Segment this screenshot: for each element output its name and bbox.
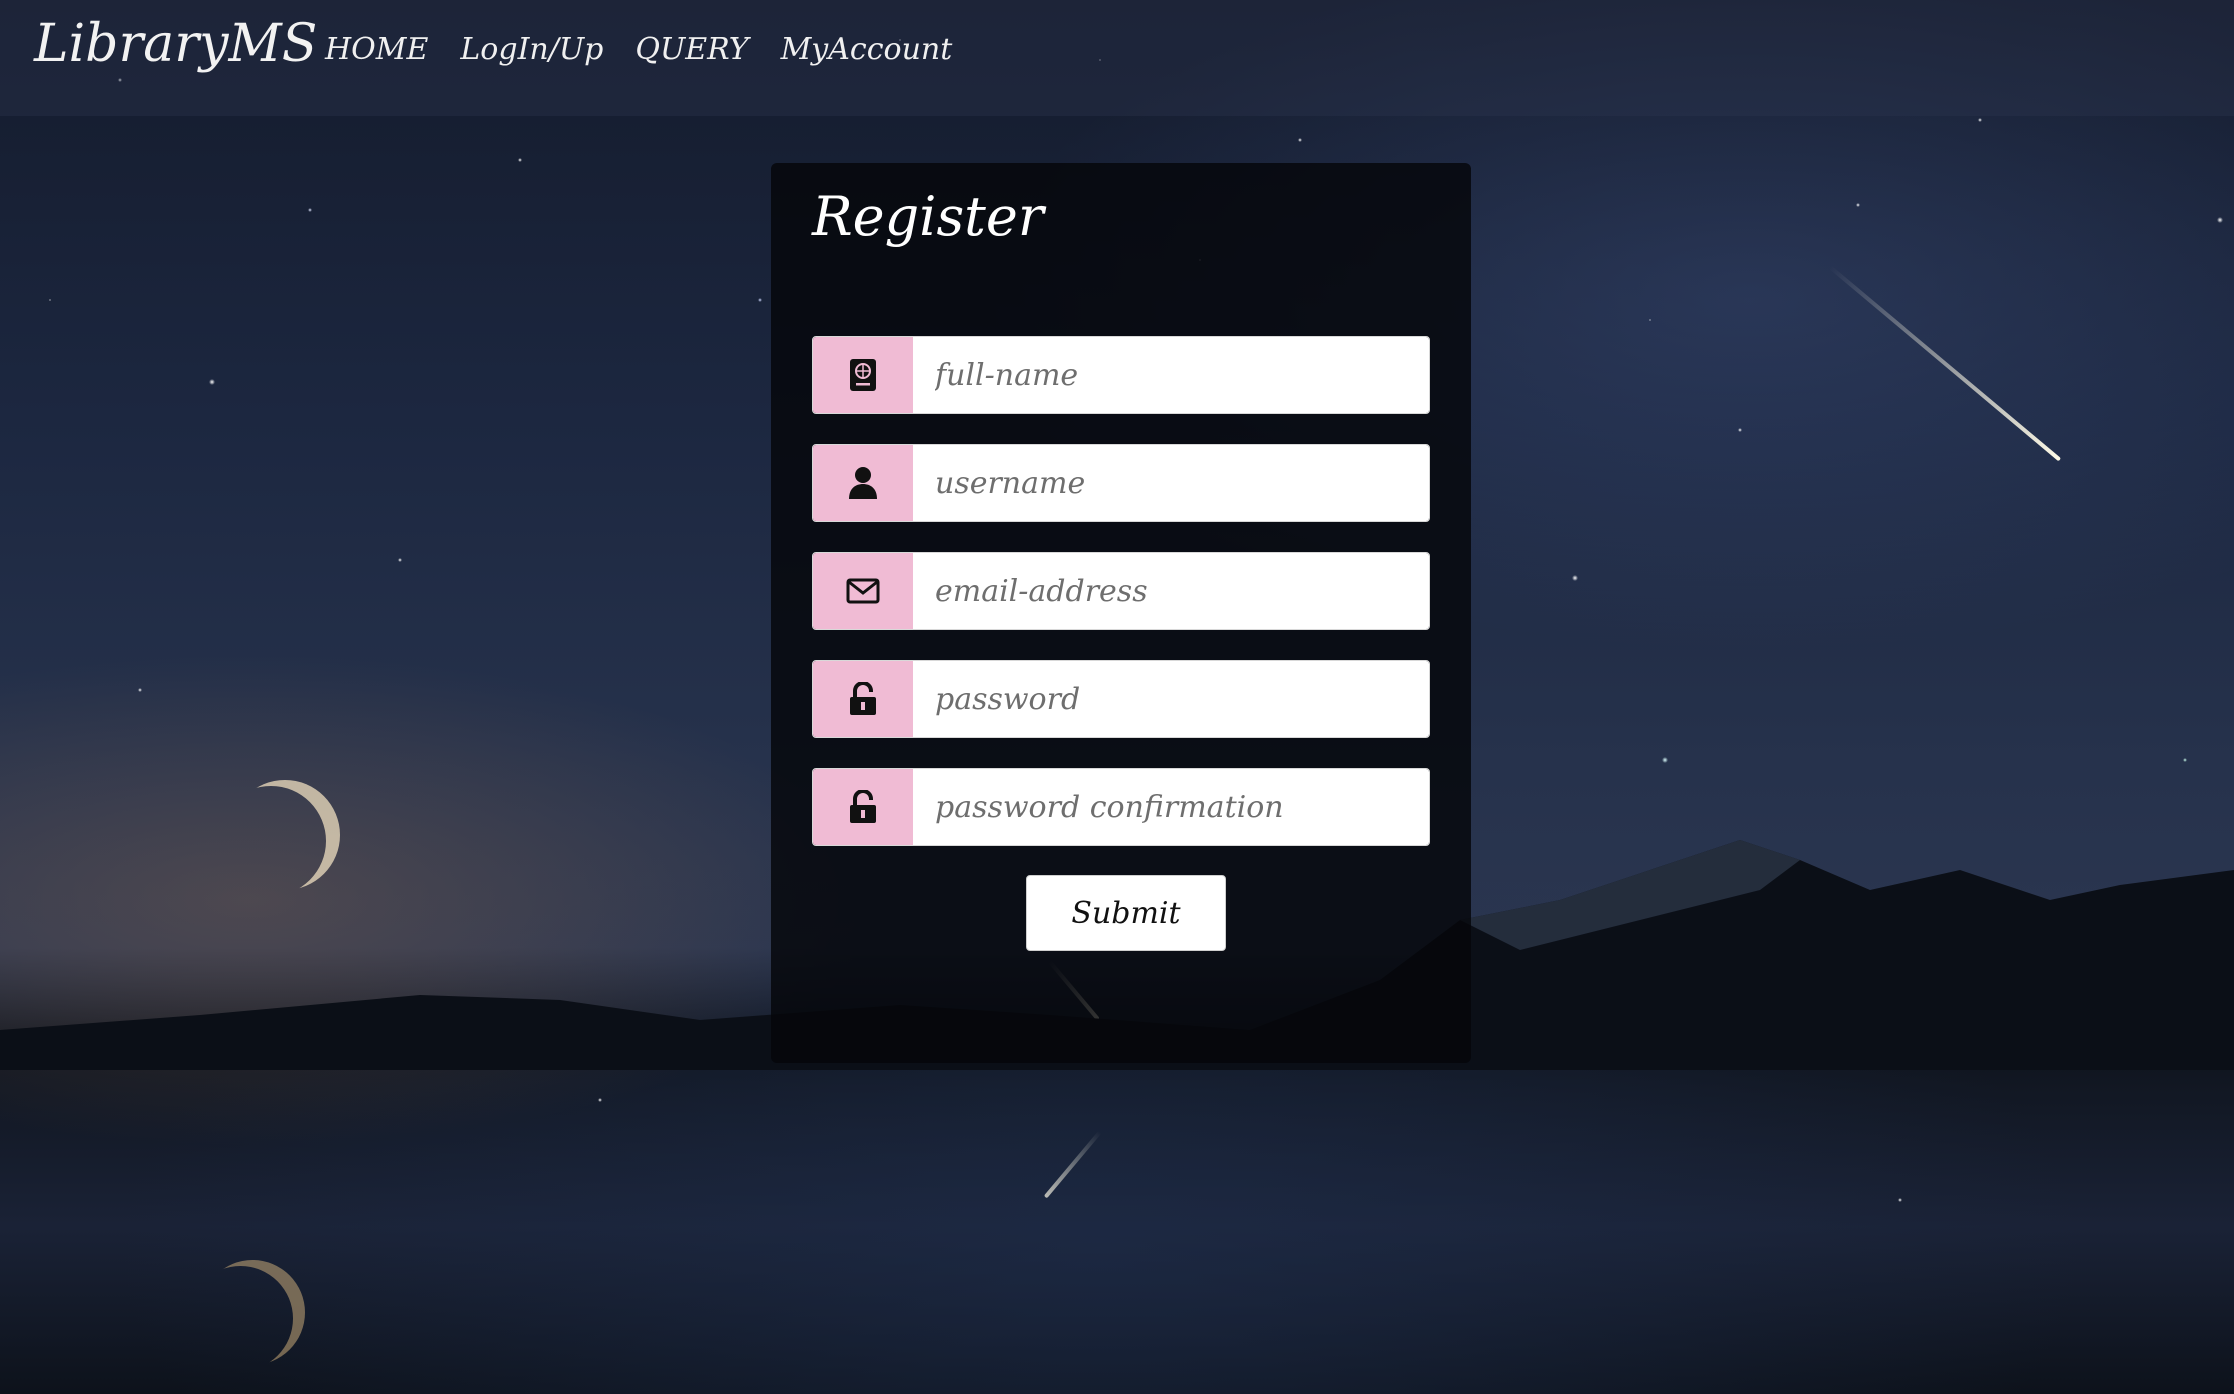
username-field — [812, 444, 1430, 522]
register-card: Register full-name username email-addres… — [771, 163, 1471, 1063]
full-name-field — [812, 336, 1430, 414]
register-title: Register — [812, 185, 1044, 248]
nav-home[interactable]: HOME — [325, 32, 428, 67]
nav-login-signup[interactable]: LogIn/Up — [460, 32, 603, 67]
moon-reflection — [200, 1260, 305, 1365]
password-input[interactable] — [913, 661, 1429, 737]
email-input[interactable] — [913, 553, 1429, 629]
username-input[interactable] — [913, 445, 1429, 521]
full-name-input[interactable] — [913, 337, 1429, 413]
nav-links: HOME LogIn/Up QUERY MyAccount — [325, 32, 952, 67]
brand-logo[interactable]: LibraryMS — [34, 14, 317, 74]
password-field — [812, 660, 1430, 738]
password-confirmation-input[interactable] — [913, 769, 1429, 845]
nav-my-account[interactable]: MyAccount — [781, 32, 953, 67]
unlock-icon — [813, 661, 913, 737]
submit-button[interactable]: Submit — [1026, 875, 1226, 951]
top-navbar: LibraryMS HOME LogIn/Up QUERY MyAccount — [0, 0, 2234, 116]
user-icon — [813, 445, 913, 521]
password-confirmation-field — [812, 768, 1430, 846]
email-field — [812, 552, 1430, 630]
unlock-icon — [813, 769, 913, 845]
nav-query[interactable]: QUERY — [635, 32, 748, 67]
envelope-icon — [813, 553, 913, 629]
passport-icon — [813, 337, 913, 413]
